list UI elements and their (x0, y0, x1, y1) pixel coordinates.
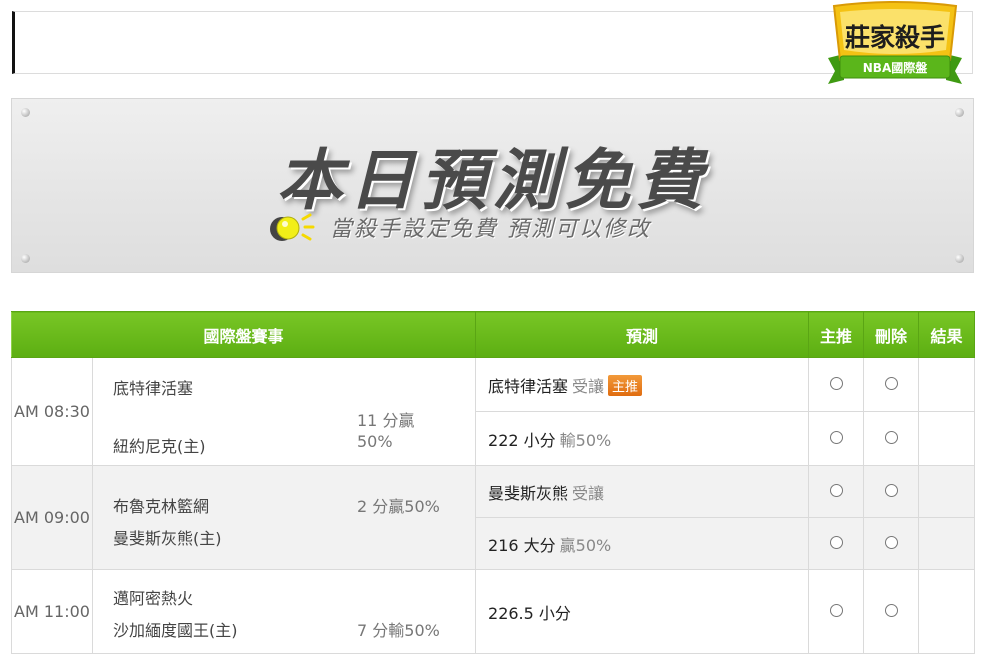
delete-radio[interactable] (884, 604, 898, 617)
table-row: AM 08:30 底特律活塞 紐約尼克(主) 11 分贏 50% 底特律活塞 受讓… (11, 357, 976, 466)
screw-icon (955, 254, 964, 263)
prediction-note: 受讓 (572, 483, 605, 503)
away-team: 底特律活塞 (113, 378, 194, 398)
delete-radio[interactable] (884, 484, 898, 497)
prediction-note: 輸50% (559, 430, 612, 450)
site-logo[interactable]: 莊家殺手 NBA國際盤 (822, 0, 968, 90)
result-cell (918, 465, 976, 518)
recommend-cell (808, 357, 865, 412)
game-time: AM 09:00 (11, 465, 93, 570)
result-cell (918, 517, 976, 570)
game-cell: 布魯克林籃網 曼斐斯灰熊(主) 2 分贏50% (91, 465, 477, 570)
prediction-cell: 底特律活塞 受讓 主推 (475, 357, 810, 412)
table-header-row: 國際盤賽事 預測 主推 刪除 結果 (10, 311, 976, 358)
odds-line-1: 11 分贏 (357, 410, 415, 430)
delete-cell (863, 517, 920, 570)
away-team: 布魯克林籃網 (113, 496, 210, 516)
recommend-cell (808, 465, 865, 518)
game-time: AM 11:00 (11, 569, 93, 654)
screw-icon (955, 108, 964, 117)
odds: 7 分輸50% (357, 620, 440, 640)
free-prediction-banner: 本日預測免費 當殺手設定免費 預測可以修改 (11, 98, 974, 273)
recommend-radio[interactable] (829, 431, 843, 444)
header-game: 國際盤賽事 (10, 311, 477, 358)
game-cell: 底特律活塞 紐約尼克(主) 11 分贏 50% (91, 357, 477, 466)
banner-subtitle: 當殺手設定免費 預測可以修改 (330, 217, 651, 242)
prediction-cell: 216 大分 贏50% (475, 517, 810, 570)
recommend-radio[interactable] (829, 604, 843, 617)
recommend-cell (808, 517, 865, 570)
banner-subtitle-row: 當殺手設定免費 預測可以修改 (268, 209, 651, 245)
prediction-cell: 222 小分 輸50% (475, 411, 810, 466)
table-row: AM 11:00 邁阿密熱火 沙加緬度國王(主) 7 分輸50% 226.5 小… (11, 569, 976, 654)
header-delete: 刪除 (863, 311, 920, 358)
result-cell (918, 411, 976, 466)
game-cell: 邁阿密熱火 沙加緬度國王(主) 7 分輸50% (91, 569, 477, 654)
prediction-cell: 曼斐斯灰熊 受讓 (475, 465, 810, 518)
prediction-pick: 226.5 小分 (488, 603, 571, 623)
prediction-pick: 222 小分 (488, 430, 556, 450)
table-row: AM 09:00 布魯克林籃網 曼斐斯灰熊(主) 2 分贏50% 曼斐斯灰熊 受讓 (11, 465, 976, 570)
delete-radio[interactable] (884, 431, 898, 444)
delete-cell (863, 357, 920, 412)
prediction-pick: 底特律活塞 (488, 376, 569, 396)
logo-subtitle: NBA國際盤 (863, 60, 928, 75)
recommend-cell (808, 411, 865, 466)
prediction-table: 國際盤賽事 預測 主推 刪除 結果 AM 08:30 底特律活塞 紐約尼克(主)… (10, 311, 976, 654)
logo-title: 莊家殺手 (845, 23, 945, 52)
lightbulb-icon (270, 213, 315, 241)
header-recommend: 主推 (808, 311, 865, 358)
result-cell (918, 569, 976, 654)
screw-icon (21, 254, 30, 263)
delete-radio[interactable] (884, 536, 898, 549)
prediction-pick: 曼斐斯灰熊 (488, 483, 569, 503)
prediction-note: 受讓 (572, 376, 605, 396)
odds: 2 分贏50% (357, 496, 440, 516)
away-team: 邁阿密熱火 (113, 588, 194, 608)
recommend-radio[interactable] (829, 484, 843, 497)
screw-icon (21, 108, 30, 117)
delete-radio[interactable] (884, 377, 898, 390)
result-cell (918, 357, 976, 412)
header-prediction: 預測 (475, 311, 810, 358)
prediction-pick: 216 大分 (488, 535, 556, 555)
delete-cell (863, 411, 920, 466)
recommend-tag: 主推 (608, 374, 643, 396)
prediction-cell: 226.5 小分 (475, 569, 810, 654)
recommend-radio[interactable] (829, 536, 843, 549)
recommend-radio[interactable] (829, 377, 843, 390)
prediction-note: 贏50% (559, 535, 612, 555)
home-team: 曼斐斯灰熊(主) (113, 528, 222, 548)
game-time: AM 08:30 (11, 357, 93, 466)
recommend-cell (808, 569, 865, 654)
home-team: 沙加緬度國王(主) (113, 620, 238, 640)
header-result: 結果 (918, 311, 976, 358)
home-team: 紐約尼克(主) (113, 436, 206, 456)
delete-cell (863, 569, 920, 654)
delete-cell (863, 465, 920, 518)
odds-line-2: 50% (357, 431, 393, 451)
